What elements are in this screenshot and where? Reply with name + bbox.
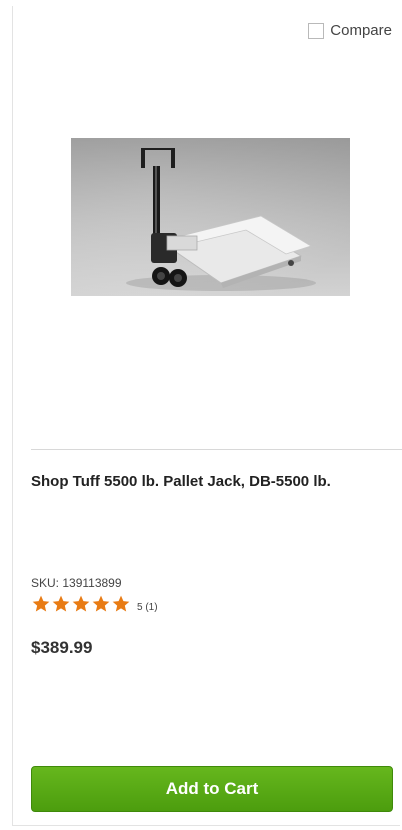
rating-stars	[31, 594, 131, 614]
compare-checkbox-box[interactable]	[308, 22, 325, 39]
divider	[31, 449, 402, 450]
product-rating[interactable]: 5 (1)	[31, 594, 158, 614]
star-icon	[92, 595, 110, 612]
rating-count: 5 (1)	[137, 601, 158, 613]
star-icon	[52, 595, 70, 612]
product-card: Compare Shop Tuff 5500 lb. Pallet Jack, …	[12, 6, 402, 826]
star-icon	[72, 595, 90, 612]
product-sku: SKU: 139113899	[31, 576, 122, 590]
compare-checkbox[interactable]: Compare	[308, 22, 392, 39]
product-price: $389.99	[31, 638, 93, 657]
add-to-cart-button[interactable]: Add to Cart	[31, 766, 393, 812]
pallet-jack-image[interactable]	[71, 138, 350, 296]
product-title[interactable]: Shop Tuff 5500 lb. Pallet Jack, DB-5500 …	[31, 472, 391, 492]
star-icon	[112, 595, 130, 612]
star-icon	[32, 595, 50, 612]
compare-label: Compare	[330, 22, 392, 39]
